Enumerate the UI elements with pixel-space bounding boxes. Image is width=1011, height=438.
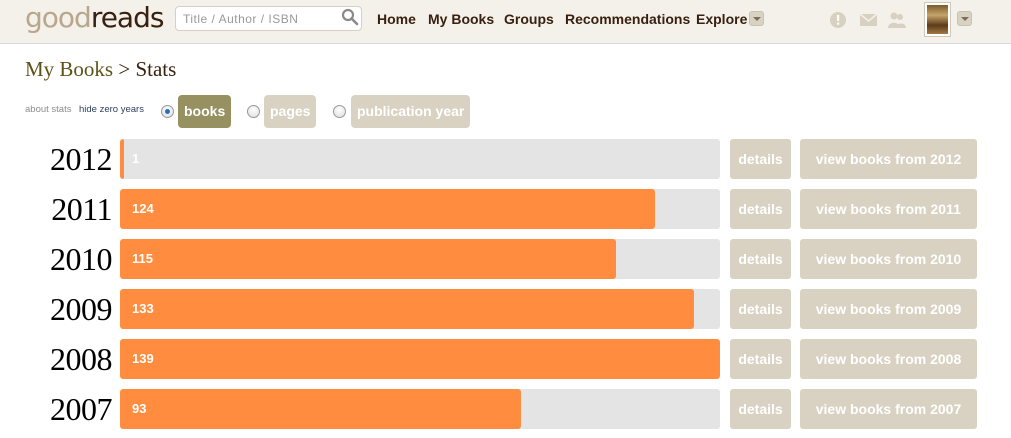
view-books-button[interactable]: view books from 2009 [800, 289, 977, 329]
explore-chevron-down-icon[interactable] [749, 11, 764, 26]
stats-row: 2007 93 details view books from 2007 [0, 389, 1011, 429]
bar-fill [120, 289, 694, 329]
user-avatar[interactable] [925, 3, 950, 36]
details-button[interactable]: details [730, 239, 791, 279]
year-label: 2012 [50, 141, 113, 177]
bar-fill [120, 139, 124, 179]
profile-chevron-down-icon[interactable] [957, 11, 972, 26]
bar-track: 115 [120, 239, 720, 279]
view-books-button[interactable]: view books from 2011 [800, 189, 977, 229]
mail-icon[interactable] [859, 11, 879, 29]
bar-track: 1 [120, 139, 720, 179]
details-button[interactable]: details [730, 139, 791, 179]
nav-my-books[interactable]: My Books [428, 11, 494, 27]
bar-fill [120, 339, 720, 379]
bar-value: 133 [132, 301, 154, 316]
toggle-books[interactable]: books [178, 95, 232, 128]
year-label: 2008 [50, 341, 113, 377]
details-button[interactable]: details [730, 289, 791, 329]
bar-value: 124 [132, 201, 154, 216]
friends-icon[interactable] [887, 11, 907, 29]
view-books-button[interactable]: view books from 2010 [800, 239, 977, 279]
bar-fill [120, 239, 616, 279]
bar-track: 124 [120, 189, 720, 229]
radio-books[interactable] [161, 105, 174, 118]
stats-row: 2012 1 details view books from 2012 [0, 139, 1011, 179]
stats-row: 2011 124 details view books from 2011 [0, 189, 1011, 229]
bar-track: 139 [120, 339, 720, 379]
search-input[interactable]: Title / Author / ISBN [175, 6, 362, 31]
bar-value: 139 [132, 351, 154, 366]
stats-row: 2008 139 details view books from 2008 [0, 339, 1011, 379]
bar-track: 133 [120, 289, 720, 329]
search-icon[interactable] [341, 8, 359, 26]
breadcrumb-my-books-link[interactable]: My Books [25, 57, 113, 81]
nav-home[interactable]: Home [377, 11, 416, 27]
year-label: 2009 [50, 291, 113, 327]
toggle-pages[interactable]: pages [264, 95, 317, 128]
radio-pages[interactable] [247, 105, 260, 118]
site-header: goodreads Title / Author / ISBN Home My … [0, 0, 1011, 44]
details-button[interactable]: details [730, 389, 791, 429]
view-books-button[interactable]: view books from 2012 [800, 139, 977, 179]
bar-value: 93 [132, 401, 147, 416]
hide-zero-years-link[interactable]: hide zero years [79, 104, 144, 115]
radio-publication-year[interactable] [333, 105, 346, 118]
nav-recommendations[interactable]: Recommendations [565, 11, 690, 27]
year-label: 2010 [50, 241, 113, 277]
logo-text-good: good [25, 1, 92, 34]
nav-groups[interactable]: Groups [504, 11, 554, 27]
year-label: 2011 [51, 191, 112, 227]
details-button[interactable]: details [730, 189, 791, 229]
view-books-button[interactable]: view books from 2007 [800, 389, 977, 429]
bar-track: 93 [120, 389, 720, 429]
alert-icon[interactable] [829, 11, 849, 29]
nav-explore[interactable]: Explore [696, 11, 747, 27]
toggle-publication-year[interactable]: publication year [351, 95, 471, 128]
stats-row: 2009 133 details view books from 2009 [0, 289, 1011, 329]
stats-row: 2010 115 details view books from 2010 [0, 239, 1011, 279]
logo-text-reads: reads [90, 1, 165, 34]
goodreads-logo[interactable]: goodreads [25, 1, 165, 34]
about-stats-link[interactable]: about stats [25, 104, 71, 115]
year-label: 2007 [50, 391, 113, 427]
bar-value: 1 [132, 151, 140, 166]
view-books-button[interactable]: view books from 2008 [800, 339, 977, 379]
details-button[interactable]: details [730, 339, 791, 379]
breadcrumb-separator: > [118, 57, 131, 81]
bar-fill [120, 189, 655, 229]
breadcrumb: My Books > Stats [25, 57, 176, 82]
page-title: Stats [135, 57, 177, 81]
bar-fill [120, 389, 521, 429]
bar-value: 115 [132, 251, 153, 266]
